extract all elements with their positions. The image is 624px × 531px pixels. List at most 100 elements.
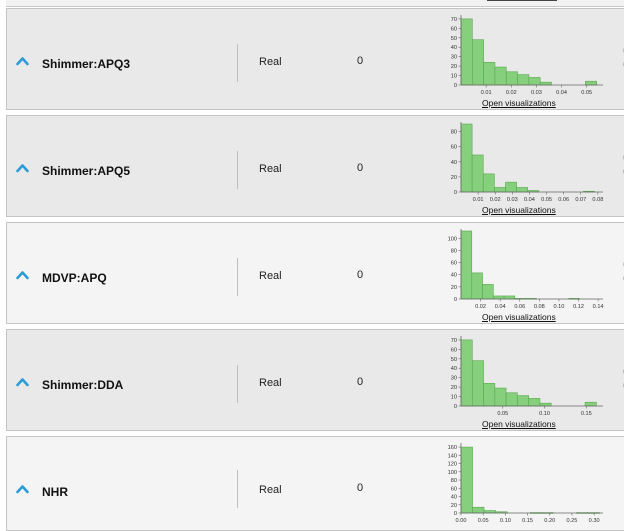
y-tick-label: 60 xyxy=(451,261,457,267)
histogram-bar xyxy=(483,62,496,86)
x-tick-label: 0.05 xyxy=(541,197,552,203)
y-tick-label: 80 xyxy=(451,130,457,136)
y-tick-label: 160 xyxy=(448,445,457,451)
histogram-bar xyxy=(584,401,597,407)
y-tick-label: 70 xyxy=(451,17,457,23)
y-tick-label: 100 xyxy=(448,236,457,242)
x-tick-label: 0.05 xyxy=(478,518,489,524)
distribution-histogram: 0 10 20 30 40 50 60 70 0.05 0.10 0.15 xyxy=(451,336,603,417)
attribute-row-mdvp-apq[interactable]: MDVP:APQ Real 0 0 20 40 60 80 100 0.02 0.04 0.06… xyxy=(6,222,624,324)
column-divider xyxy=(237,44,238,82)
attribute-type: Real xyxy=(259,484,282,496)
y-tick-label: 40 xyxy=(451,366,457,372)
x-tick-label: 0.08 xyxy=(592,197,603,203)
open-visualizations-link[interactable]: Open visualizations xyxy=(482,205,556,215)
missing-count: 0 xyxy=(357,55,364,67)
histogram-bar xyxy=(505,392,518,407)
histogram-bar xyxy=(516,187,529,193)
collapse-chevron-icon[interactable] xyxy=(16,270,29,280)
histogram-bar xyxy=(494,66,507,86)
open-visualizations-link[interactable]: Open visualizations xyxy=(482,419,556,429)
column-divider xyxy=(237,151,238,189)
column-divider xyxy=(237,365,238,403)
attribute-type: Real xyxy=(259,56,282,68)
attribute-name: Shimmer:DDA xyxy=(42,378,124,392)
y-tick-label: 10 xyxy=(451,74,457,80)
y-tick-label: 60 xyxy=(451,26,457,32)
histogram-bar xyxy=(505,71,518,86)
collapse-chevron-icon[interactable] xyxy=(16,377,29,387)
x-tick-label: 0.20 xyxy=(544,518,555,524)
y-tick-label: 50 xyxy=(451,357,457,363)
attribute-name: Shimmer:APQ3 xyxy=(42,57,131,71)
missing-count: 0 xyxy=(357,269,364,281)
collapse-chevron-icon[interactable] xyxy=(16,484,29,494)
attribute-row-shimmer-apq3[interactable]: Shimmer:APQ3 Real 0 0 10 20 30 40 50 60 70 0.01 0… xyxy=(6,8,624,110)
histogram-bar xyxy=(539,402,552,407)
attribute-row-shimmer-apq5[interactable]: Shimmer:APQ5 Real 0 0 20 40 60 80 0.01 0.02 0.0… xyxy=(6,115,624,217)
histogram-bar xyxy=(482,284,494,300)
distribution-histogram: 0 20 40 60 80 100 120 140 160 0.00 0.05 0.10 0.15 0.2… xyxy=(448,443,603,524)
x-tick-label: 0.10 xyxy=(553,304,564,310)
attribute-row-nhr[interactable]: NHR Real 0 0 20 40 60 80 100 120 140 160 0.00 0.05… xyxy=(6,436,624,531)
attribute-type: Real xyxy=(259,270,282,282)
open-visualizations-link[interactable]: Open visualizations xyxy=(482,312,556,322)
y-tick-label: 20 xyxy=(451,285,457,291)
x-tick-label: 0.12 xyxy=(573,304,584,310)
y-tick-label: 40 xyxy=(451,495,457,501)
x-tick-label: 0.04 xyxy=(524,197,535,203)
histogram-bar xyxy=(517,74,530,86)
y-tick-label: 0 xyxy=(454,83,457,89)
histogram-bar xyxy=(483,383,496,407)
missing-count: 0 xyxy=(357,376,364,388)
histogram-bar xyxy=(505,181,517,193)
x-tick-label: 0.08 xyxy=(534,304,545,310)
x-tick-label: 0.03 xyxy=(507,197,518,203)
previous-link-underline xyxy=(487,0,557,1)
x-tick-label: 0.05 xyxy=(497,411,508,417)
attribute-type: Real xyxy=(259,377,282,389)
x-tick-label: 0.02 xyxy=(506,90,517,96)
collapse-chevron-icon[interactable] xyxy=(16,56,29,66)
x-tick-label: 0.15 xyxy=(522,518,533,524)
x-tick-label: 0.02 xyxy=(490,197,501,203)
histogram-bar xyxy=(517,395,529,407)
collapse-chevron-icon[interactable] xyxy=(16,163,29,173)
attribute-name: Shimmer:APQ5 xyxy=(42,164,131,178)
y-tick-label: 20 xyxy=(451,503,457,509)
open-visualizations-link[interactable]: Open visualizations xyxy=(482,98,556,108)
attribute-name: NHR xyxy=(42,485,68,499)
x-tick-label: 0.15 xyxy=(581,411,592,417)
y-tick-label: 20 xyxy=(451,175,457,181)
y-tick-label: 0 xyxy=(454,190,457,196)
x-tick-label: 0.05 xyxy=(581,90,592,96)
histogram-bar xyxy=(471,272,483,300)
y-tick-label: 20 xyxy=(451,385,457,391)
y-tick-label: 80 xyxy=(451,248,457,254)
y-tick-label: 0 xyxy=(454,404,457,410)
x-tick-label: 0.10 xyxy=(500,518,511,524)
distribution-histogram: 0 20 40 60 80 100 0.02 0.04 0.06 0.08 0.10 0.12 0.14 xyxy=(448,229,604,310)
y-tick-label: 60 xyxy=(451,347,457,353)
x-tick-label: 0.04 xyxy=(495,304,506,310)
y-tick-label: 100 xyxy=(448,470,457,476)
histogram-bar xyxy=(503,295,516,300)
histogram-bar xyxy=(460,230,473,300)
x-tick-label: 0.06 xyxy=(514,304,525,310)
y-tick-label: 30 xyxy=(451,55,457,61)
histogram-bar xyxy=(460,339,473,407)
attribute-row-shimmer-dda[interactable]: Shimmer:DDA Real 0 0 10 20 30 40 50 60 70 0.05 0.… xyxy=(6,329,624,431)
y-tick-label: 40 xyxy=(451,160,457,166)
y-tick-label: 40 xyxy=(451,273,457,279)
histogram-bar xyxy=(472,39,484,86)
x-tick-label: 0.00 xyxy=(456,518,467,524)
histogram-bar xyxy=(539,81,552,86)
x-tick-label: 0.02 xyxy=(475,304,486,310)
histogram-bar xyxy=(482,173,495,193)
histogram-bar xyxy=(471,360,484,407)
y-tick-label: 10 xyxy=(451,395,457,401)
x-tick-label: 0.10 xyxy=(539,411,550,417)
y-tick-label: 70 xyxy=(451,338,457,344)
missing-count: 0 xyxy=(357,162,364,174)
y-tick-label: 30 xyxy=(451,376,457,382)
